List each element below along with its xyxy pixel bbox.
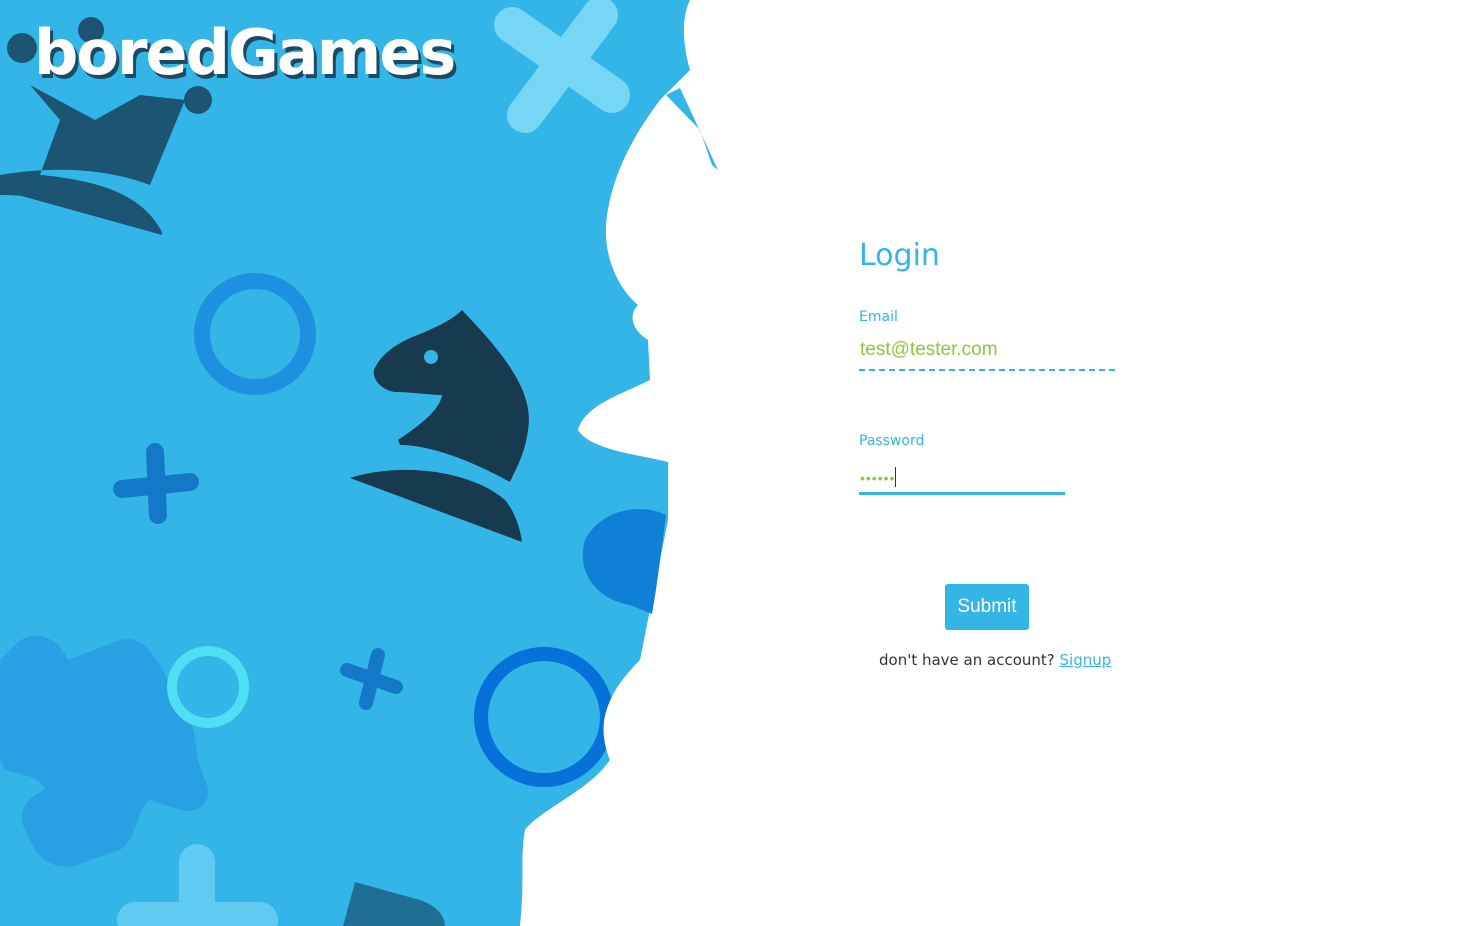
signup-prompt-text: don't have an account? [879, 651, 1055, 669]
signup-prompt: don't have an account? Signup [879, 651, 1111, 669]
hero-illustration: boredGames [0, 0, 760, 926]
bishop-notch [666, 88, 718, 170]
login-form: Login Email Password •••••• [859, 238, 1159, 495]
text-caret [895, 467, 897, 487]
email-label: Email [859, 309, 898, 325]
password-group: Password •••••• [859, 433, 1159, 495]
password-field[interactable]: •••••• [859, 467, 1065, 495]
hero-background [0, 0, 760, 926]
email-field[interactable] [859, 339, 1115, 371]
password-label: Password [859, 433, 925, 449]
signup-link[interactable]: Signup [1060, 651, 1112, 669]
password-mask: •••••• [860, 470, 896, 486]
page-title: Login [859, 238, 940, 273]
brand-logo: boredGames [34, 16, 456, 89]
submit-button[interactable]: Submit [945, 584, 1029, 630]
